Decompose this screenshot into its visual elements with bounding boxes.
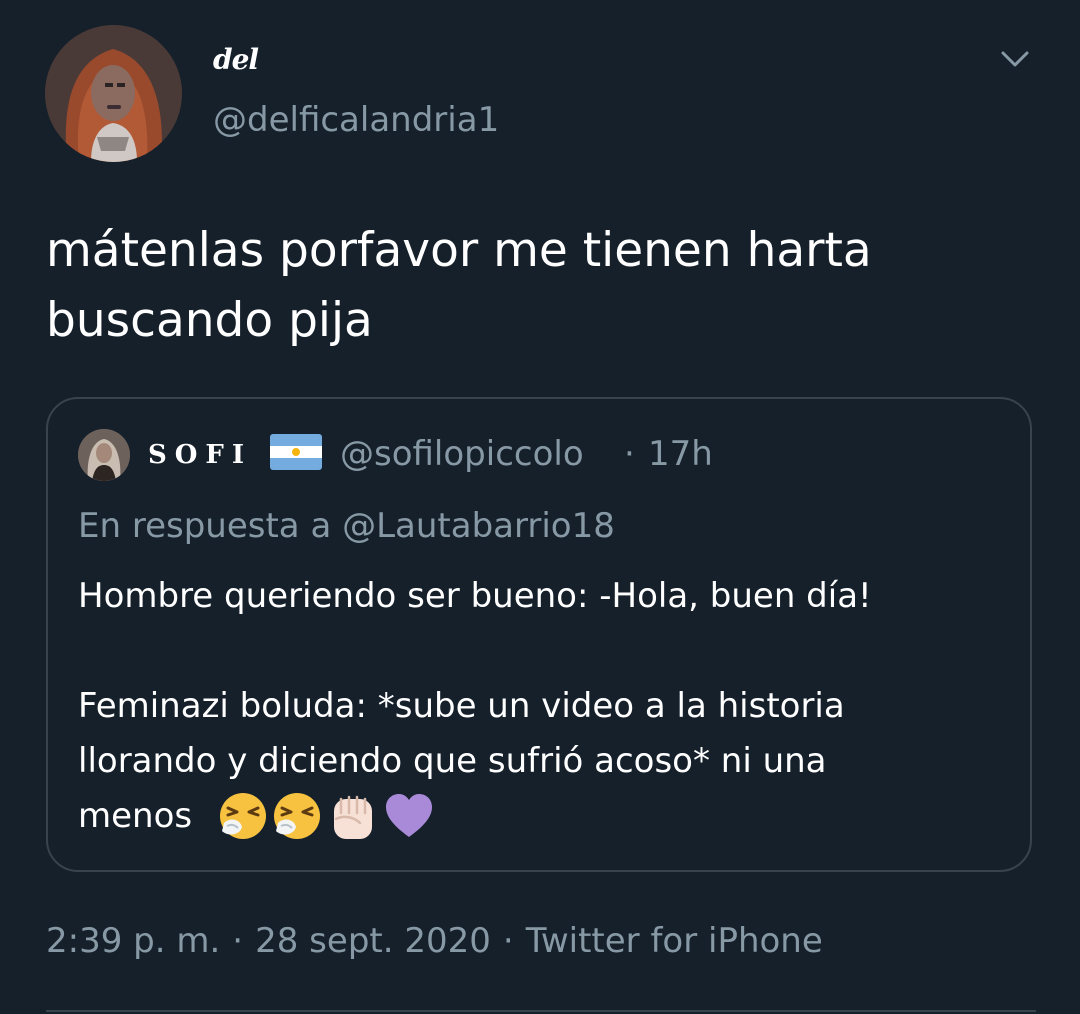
- argentina-flag-icon: [270, 434, 322, 470]
- author-avatar-image: [45, 25, 182, 162]
- sneezing-face-icon: [274, 793, 320, 839]
- author-handle[interactable]: @delficalandria1: [213, 97, 499, 143]
- author-avatar[interactable]: [45, 25, 182, 162]
- quoted-tweet-time[interactable]: 17h: [648, 431, 713, 477]
- raised-fist-icon: [334, 795, 372, 839]
- author-display-name[interactable]: del: [213, 40, 259, 80]
- quoted-author-avatar-image: [78, 429, 130, 481]
- meta-separator: ·: [232, 921, 244, 961]
- quoted-tweet[interactable]: SOFI @sofilopiccolo · 17h En respuesta a…: [46, 397, 1032, 872]
- sneezing-face-icon: [220, 793, 266, 839]
- quoted-author-display-name[interactable]: SOFI: [148, 435, 252, 475]
- purple-heart-icon: [386, 794, 432, 837]
- meta-separator: ·: [502, 921, 514, 961]
- tweet-source[interactable]: Twitter for iPhone: [526, 921, 823, 961]
- quoted-separator: ·: [624, 434, 635, 474]
- tweet-time[interactable]: 2:39 p. m.: [46, 921, 220, 961]
- tweet-text: mátenlas porfavor me tienen harta buscan…: [46, 223, 872, 348]
- quoted-author-handle[interactable]: @sofilopiccolo: [340, 431, 584, 477]
- tweet-metadata: 2:39 p. m. · 28 sept. 2020 · Twitter for iPh…: [46, 918, 823, 964]
- reply-context: En respuesta a @Lautabarrio18: [78, 503, 615, 549]
- chevron-down-icon[interactable]: [995, 44, 1035, 74]
- tweet-date[interactable]: 28 sept. 2020: [255, 921, 491, 961]
- reply-context-label: En respuesta a: [78, 506, 332, 546]
- divider: [46, 1010, 1036, 1012]
- quoted-author-avatar[interactable]: [78, 429, 130, 481]
- reply-to-handle[interactable]: @Lautabarrio18: [342, 506, 615, 546]
